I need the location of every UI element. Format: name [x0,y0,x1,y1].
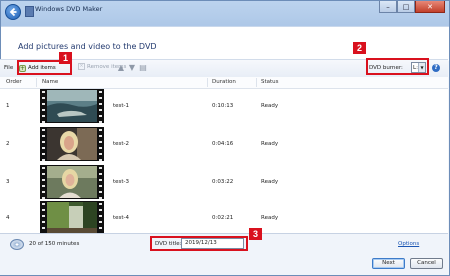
media-list: Order Name Duration Status 1 test-1 0:10… [0,77,448,235]
callout-number-3: 3 [249,228,262,240]
options-link[interactable]: Options [398,241,419,247]
callout-box-dvd-burner [366,58,429,75]
row-duration: 0:03:22 [212,179,234,185]
row-duration: 0:04:16 [212,141,234,147]
video-thumbnail [40,165,104,199]
maximize-button[interactable]: □ [397,1,415,13]
thumbnail-image [47,166,97,198]
back-button[interactable] [5,4,21,20]
table-row[interactable]: 2 test-2 0:04:16 Ready [0,125,448,163]
row-status: Ready [261,103,279,109]
column-header-order[interactable]: Order [6,79,22,85]
close-button[interactable]: ✕ [415,1,445,13]
column-divider[interactable] [36,78,37,87]
minutes-used: 20 of 150 minutes [29,241,80,247]
video-settings-icon[interactable]: ▤ [139,63,147,72]
help-icon[interactable]: ? [432,64,440,72]
film-sprockets [42,89,45,123]
video-thumbnail [40,89,104,123]
row-order: 3 [6,179,10,185]
film-sprockets [99,165,102,199]
row-order: 4 [6,215,10,221]
page-heading: Add pictures and video to the DVD [18,42,157,51]
file-menu[interactable]: File [4,65,13,71]
table-row[interactable]: 1 test-1 0:10:13 Ready [0,87,448,125]
dvd-maker-app-icon [25,6,34,17]
callout-box-dvd-title [150,236,248,251]
caption-buttons: – □ ✕ [379,1,445,13]
film-sprockets [42,127,45,161]
film-sprockets [99,201,102,235]
cancel-button[interactable]: Cancel [410,258,443,269]
minimize-button[interactable]: – [379,1,397,13]
row-status: Ready [261,215,279,221]
row-name: test-4 [113,215,130,221]
row-duration: 0:02:21 [212,215,234,221]
move-up-icon[interactable]: ▲ [117,63,125,72]
row-duration: 0:10:13 [212,103,234,109]
film-sprockets [99,127,102,161]
thumbnail-image [47,202,97,234]
film-sprockets [42,165,45,199]
row-name: test-1 [113,103,130,109]
row-name: test-2 [113,141,130,147]
disc-icon [10,239,24,250]
film-sprockets [99,89,102,123]
move-down-icon[interactable]: ▼ [128,63,136,72]
row-status: Ready [261,141,279,147]
column-header-status[interactable]: Status [261,79,279,85]
next-button[interactable]: Next [372,258,405,269]
remove-icon: × [78,63,85,70]
column-divider[interactable] [256,78,257,87]
thumbnail-image [47,90,97,122]
back-arrow-icon [9,7,17,17]
thumbnail-image [47,128,97,160]
row-order: 2 [6,141,10,147]
table-row[interactable]: 3 test-3 0:03:22 Ready [0,163,448,201]
film-sprockets [42,201,45,235]
row-name: test-3 [113,179,130,185]
video-thumbnail [40,201,104,235]
window-title: Windows DVD Maker [35,5,103,13]
column-header-name[interactable]: Name [42,79,58,85]
column-divider[interactable] [207,78,208,87]
reorder-buttons: ▲ ▼ ▤ [117,63,147,72]
callout-number-2: 2 [353,42,366,54]
callout-number-1: 1 [59,52,72,64]
video-thumbnail [40,127,104,161]
row-status: Ready [261,179,279,185]
column-header-duration[interactable]: Duration [212,79,236,85]
row-order: 1 [6,103,10,109]
table-row[interactable]: 4 test-4 0:02:21 Ready [0,199,448,237]
